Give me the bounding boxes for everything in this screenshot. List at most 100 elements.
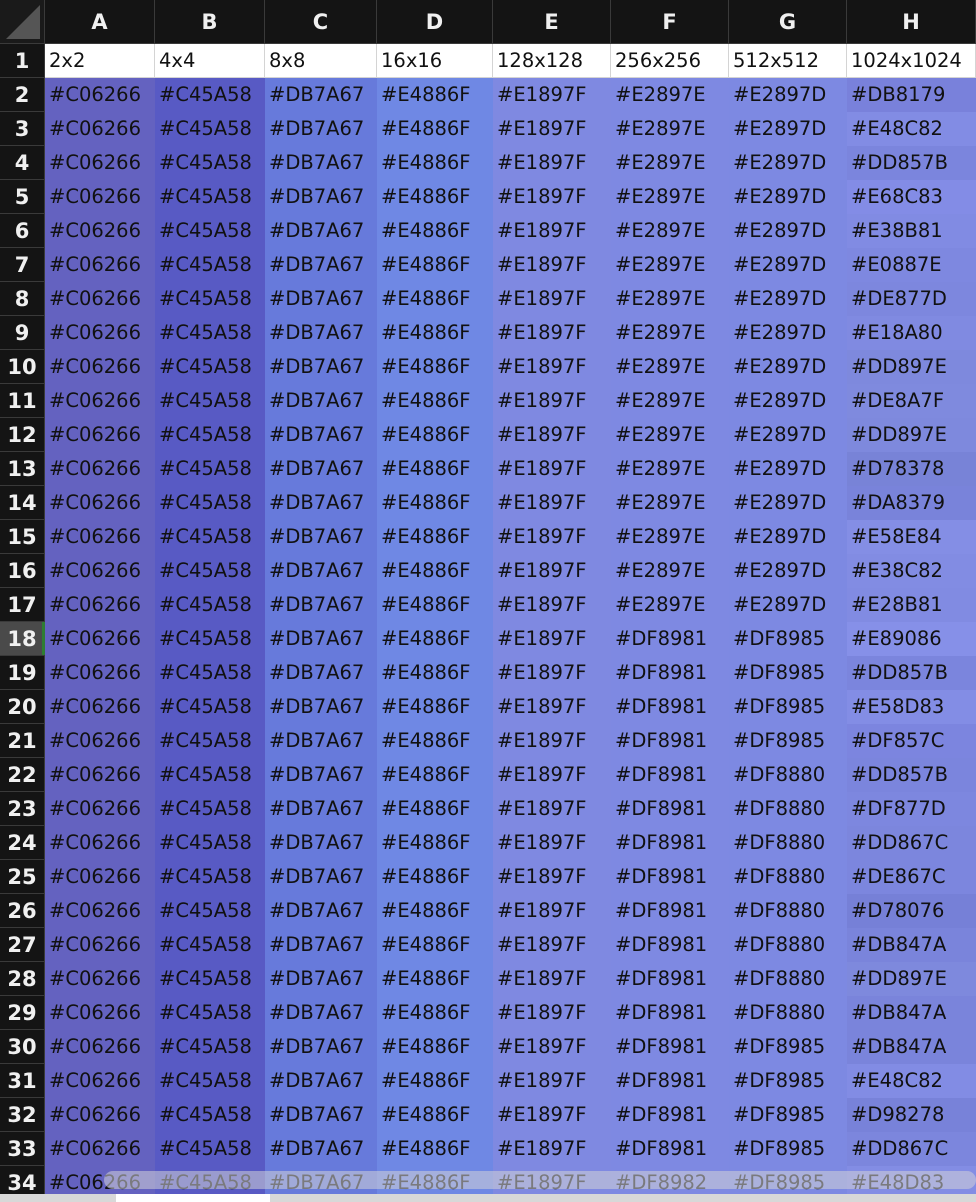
table-cell[interactable]: #DB847A <box>847 1030 976 1064</box>
table-cell[interactable]: #DD897E <box>847 418 976 452</box>
table-cell[interactable]: #E4886F <box>377 248 493 282</box>
table-cell[interactable]: #E18A80 <box>847 316 976 350</box>
table-cell[interactable]: #DB7A67 <box>265 418 377 452</box>
row-header-6[interactable]: 6 <box>0 214 45 248</box>
active-sheet-tab[interactable] <box>116 1194 270 1202</box>
table-cell[interactable]: #DB7A67 <box>265 554 377 588</box>
table-cell[interactable]: #E2897D <box>729 282 847 316</box>
table-cell[interactable]: #E2897D <box>729 316 847 350</box>
table-cell[interactable]: #E2897E <box>611 452 729 486</box>
table-cell[interactable]: #C45A58 <box>155 928 265 962</box>
table-cell[interactable]: #DB7A67 <box>265 996 377 1030</box>
row-header-18[interactable]: 18 <box>0 622 45 656</box>
table-cell[interactable]: #E2897D <box>729 112 847 146</box>
table-cell[interactable]: #E2897E <box>611 384 729 418</box>
table-cell[interactable]: #C06266 <box>45 350 155 384</box>
row-header-24[interactable]: 24 <box>0 826 45 860</box>
column-header-f[interactable]: F <box>611 0 729 44</box>
table-cell[interactable]: #DB7A67 <box>265 350 377 384</box>
row-header-29[interactable]: 29 <box>0 996 45 1030</box>
table-cell[interactable]: #DF8985 <box>729 1064 847 1098</box>
table-cell[interactable]: #E1897F <box>493 418 611 452</box>
row-header-12[interactable]: 12 <box>0 418 45 452</box>
table-cell[interactable]: #C06266 <box>45 554 155 588</box>
table-cell[interactable]: #DE877D <box>847 282 976 316</box>
table-cell[interactable]: #DB7A67 <box>265 758 377 792</box>
table-cell[interactable]: #E4886F <box>377 146 493 180</box>
table-cell[interactable]: #C06266 <box>45 826 155 860</box>
table-cell[interactable]: #E4886F <box>377 452 493 486</box>
table-cell[interactable]: #E2897E <box>611 282 729 316</box>
row-header-26[interactable]: 26 <box>0 894 45 928</box>
table-cell[interactable]: #E1897F <box>493 486 611 520</box>
table-cell[interactable]: #DF8981 <box>611 1030 729 1064</box>
table-cell[interactable]: #E4886F <box>377 1132 493 1166</box>
table-cell[interactable]: #E2897D <box>729 520 847 554</box>
table-cell[interactable]: #E2897E <box>611 78 729 112</box>
table-cell[interactable]: #DB7A67 <box>265 826 377 860</box>
table-cell[interactable]: #E4886F <box>377 962 493 996</box>
table-cell[interactable]: #E2897D <box>729 588 847 622</box>
row-header-33[interactable]: 33 <box>0 1132 45 1166</box>
header-cell[interactable]: 128x128 <box>493 44 611 78</box>
row-header-20[interactable]: 20 <box>0 690 45 724</box>
table-cell[interactable]: #E1897F <box>493 214 611 248</box>
table-cell[interactable]: #E1897F <box>493 384 611 418</box>
table-cell[interactable]: #DF8985 <box>729 622 847 656</box>
table-cell[interactable]: #DF8880 <box>729 826 847 860</box>
table-cell[interactable]: #E1897F <box>493 282 611 316</box>
table-cell[interactable]: #DB7A67 <box>265 894 377 928</box>
table-cell[interactable]: #DF8981 <box>611 962 729 996</box>
table-cell[interactable]: #E1897F <box>493 792 611 826</box>
table-cell[interactable]: #C06266 <box>45 112 155 146</box>
table-cell[interactable]: #E2897E <box>611 554 729 588</box>
table-cell[interactable]: #DF8981 <box>611 622 729 656</box>
table-cell[interactable]: #C06266 <box>45 622 155 656</box>
table-cell[interactable]: #E4886F <box>377 520 493 554</box>
table-cell[interactable]: #DB7A67 <box>265 792 377 826</box>
table-cell[interactable]: #DE8A7F <box>847 384 976 418</box>
table-cell[interactable]: #C06266 <box>45 520 155 554</box>
table-cell[interactable]: #DA8379 <box>847 486 976 520</box>
table-cell[interactable]: #DD857B <box>847 146 976 180</box>
table-cell[interactable]: #C06266 <box>45 214 155 248</box>
table-cell[interactable]: #E58E84 <box>847 520 976 554</box>
row-header-10[interactable]: 10 <box>0 350 45 384</box>
table-cell[interactable]: #C45A58 <box>155 384 265 418</box>
table-cell[interactable]: #DD867C <box>847 826 976 860</box>
table-cell[interactable]: #E2897D <box>729 384 847 418</box>
table-cell[interactable]: #D78378 <box>847 452 976 486</box>
table-cell[interactable]: #E1897F <box>493 962 611 996</box>
table-cell[interactable]: #DF8981 <box>611 894 729 928</box>
table-cell[interactable]: #DB7A67 <box>265 384 377 418</box>
table-cell[interactable]: #E1897F <box>493 452 611 486</box>
header-cell[interactable]: 8x8 <box>265 44 377 78</box>
table-cell[interactable]: #E1897F <box>493 690 611 724</box>
table-cell[interactable]: #E4886F <box>377 894 493 928</box>
table-cell[interactable]: #E1897F <box>493 758 611 792</box>
table-cell[interactable]: #E2897E <box>611 180 729 214</box>
table-cell[interactable]: #E4886F <box>377 690 493 724</box>
table-cell[interactable]: #E2897D <box>729 248 847 282</box>
table-cell[interactable]: #C06266 <box>45 860 155 894</box>
column-header-c[interactable]: C <box>265 0 377 44</box>
table-cell[interactable]: #C45A58 <box>155 248 265 282</box>
table-cell[interactable]: #DB7A67 <box>265 486 377 520</box>
table-cell[interactable]: #E4886F <box>377 78 493 112</box>
table-cell[interactable]: #E4886F <box>377 860 493 894</box>
table-cell[interactable]: #DF8981 <box>611 724 729 758</box>
table-cell[interactable]: #E38B81 <box>847 214 976 248</box>
table-cell[interactable]: #C45A58 <box>155 214 265 248</box>
table-cell[interactable]: #DB7A67 <box>265 928 377 962</box>
table-cell[interactable]: #E1897F <box>493 724 611 758</box>
table-cell[interactable]: #DB7A67 <box>265 282 377 316</box>
table-cell[interactable]: #E2897E <box>611 486 729 520</box>
table-cell[interactable]: #DB847A <box>847 928 976 962</box>
column-header-h[interactable]: H <box>847 0 976 44</box>
table-cell[interactable]: #E1897F <box>493 1030 611 1064</box>
table-cell[interactable]: #DF8981 <box>611 1098 729 1132</box>
table-cell[interactable]: #C06266 <box>45 724 155 758</box>
table-cell[interactable]: #C06266 <box>45 282 155 316</box>
table-cell[interactable]: #E2897E <box>611 248 729 282</box>
row-header-31[interactable]: 31 <box>0 1064 45 1098</box>
